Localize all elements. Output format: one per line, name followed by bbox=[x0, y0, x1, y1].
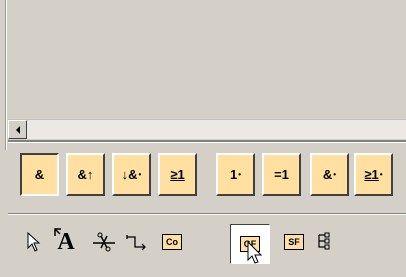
nand-gate-label: & bbox=[322, 167, 333, 182]
tool-palette: A Co GF SF bbox=[8, 216, 406, 277]
nor-gate-button[interactable]: ≥1 • bbox=[354, 153, 393, 196]
text-cursor-icon bbox=[54, 228, 61, 236]
and-rising-edge-button[interactable]: &↑ bbox=[66, 153, 105, 196]
cut-connection-icon bbox=[93, 232, 115, 252]
cut-connection-tool[interactable] bbox=[90, 228, 118, 256]
and-gate-label: & bbox=[34, 167, 45, 182]
horizontal-scrollbar[interactable] bbox=[8, 119, 406, 139]
and-rising-label: &↑ bbox=[77, 167, 94, 182]
xor-gate-button[interactable]: =1 bbox=[262, 153, 301, 196]
and-negated-label: ↓& bbox=[121, 167, 138, 182]
scroll-left-button[interactable] bbox=[8, 120, 27, 139]
negation-dot: • bbox=[379, 170, 383, 179]
select-arrow-icon bbox=[27, 232, 41, 252]
sf-block-tool[interactable]: SF bbox=[280, 228, 308, 256]
terminal-tool[interactable] bbox=[312, 228, 340, 256]
or-gate-button[interactable]: ≥1 bbox=[158, 153, 197, 196]
palette-separator bbox=[8, 140, 406, 143]
gf-block-tool[interactable]: GF bbox=[230, 224, 270, 264]
scroll-left-arrow-icon bbox=[15, 125, 20, 134]
mouse-pointer-icon bbox=[247, 241, 263, 264]
nand-gate-button[interactable]: & • bbox=[310, 153, 349, 196]
nor-gate-label: ≥1 bbox=[364, 167, 379, 182]
negation-dot: • bbox=[138, 170, 142, 179]
drawing-canvas[interactable] bbox=[8, 0, 406, 119]
xor-gate-label: =1 bbox=[274, 167, 289, 182]
text-tool[interactable]: A bbox=[52, 228, 80, 256]
sf-block-icon: SF bbox=[284, 234, 304, 250]
or-gate-label: ≥1 bbox=[170, 167, 185, 182]
not-gate-button[interactable]: 1 • bbox=[216, 153, 255, 196]
gate-palette: & &↑ ↓& • ≥1 1 • =1 & • ≥1 • bbox=[8, 145, 406, 205]
connector-tool[interactable] bbox=[122, 228, 150, 256]
connector-icon bbox=[126, 235, 146, 251]
left-border-highlight bbox=[6, 0, 7, 150]
negation-dot: • bbox=[238, 170, 242, 179]
and-negated-button[interactable]: ↓& • bbox=[112, 153, 151, 196]
not-gate-label: 1 bbox=[229, 167, 238, 182]
palette-divider bbox=[8, 213, 406, 215]
terminal-icon bbox=[318, 232, 330, 250]
negation-dot: • bbox=[333, 170, 337, 179]
co-block-icon: Co bbox=[162, 234, 182, 250]
select-tool[interactable] bbox=[20, 228, 48, 256]
and-gate-button[interactable]: & bbox=[20, 153, 59, 196]
co-block-tool[interactable]: Co bbox=[158, 228, 186, 256]
